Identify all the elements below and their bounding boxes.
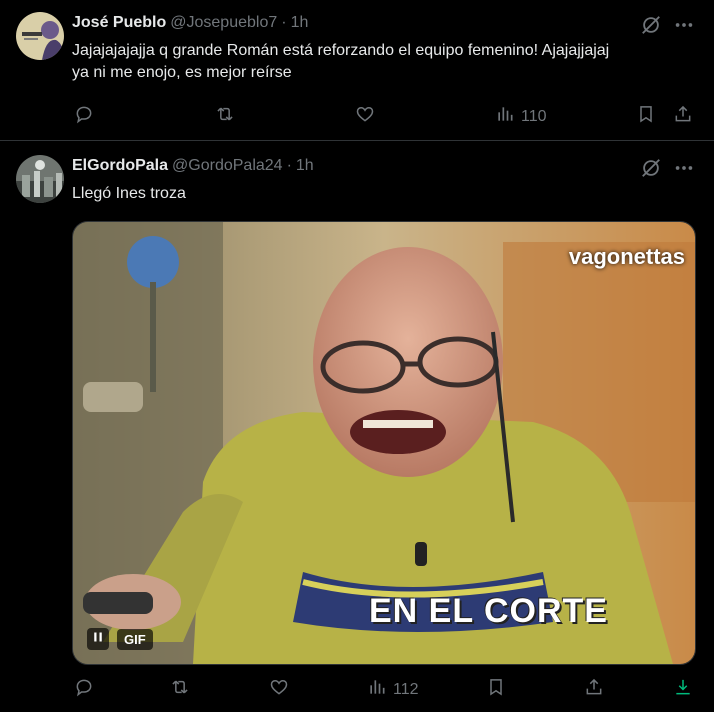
tweet[interactable]: ElGordoPala @GordoPala24 · 1h Llegó Ines… — [0, 141, 714, 712]
gif-watermark: vagonettas — [568, 244, 685, 269]
share-button[interactable] — [673, 104, 693, 129]
reply-button[interactable] — [74, 104, 94, 129]
share-icon — [673, 104, 693, 129]
tweet[interactable]: José Pueblo @Josepueblo7 · 1h Jajajajaja… — [0, 0, 714, 141]
pause-button[interactable] — [87, 628, 109, 650]
like-icon — [269, 677, 289, 702]
grok-icon[interactable] — [640, 157, 662, 179]
grok-icon[interactable] — [640, 14, 662, 36]
views-button[interactable]: 112 — [367, 677, 419, 702]
avatar[interactable] — [16, 12, 64, 60]
author-name[interactable]: José Pueblo — [72, 14, 166, 32]
like-button[interactable] — [355, 104, 375, 129]
gif-media[interactable]: vagonettas EN EL CORTE GIF — [72, 221, 696, 665]
tweet-text-line: Llegó Ines troza — [72, 185, 186, 202]
tweet-text: Jajajajajajja q grande Román está reforz… — [72, 40, 702, 84]
avatar[interactable] — [16, 155, 64, 203]
author-name[interactable]: ElGordoPala — [72, 157, 168, 175]
retweet-button[interactable] — [170, 677, 190, 702]
reply-button[interactable] — [74, 677, 94, 702]
timestamp[interactable]: 1h — [296, 157, 314, 175]
bookmark-icon — [636, 104, 656, 129]
author-handle[interactable]: @Josepueblo7 — [170, 14, 277, 32]
views-icon — [495, 104, 515, 129]
tweet-text: Llegó Ines troza — [72, 183, 186, 205]
bookmark-button[interactable] — [636, 104, 656, 129]
tweet-text-line: Jajajajajajja q grande Román está reforz… — [72, 42, 610, 59]
gif-controls: GIF — [87, 628, 153, 650]
download-icon — [673, 677, 693, 702]
bookmark-button[interactable] — [486, 677, 506, 702]
more-icon[interactable] — [673, 157, 695, 179]
tweet-header: José Pueblo @Josepueblo7 · 1h — [72, 14, 308, 32]
more-icon[interactable] — [673, 14, 695, 36]
like-icon — [355, 104, 375, 129]
retweet-button[interactable] — [215, 104, 235, 129]
views-icon — [367, 677, 387, 702]
retweet-icon — [170, 677, 190, 702]
views-count: 110 — [521, 107, 547, 125]
reply-icon — [74, 104, 94, 129]
views-count: 112 — [393, 680, 419, 698]
views-button[interactable]: 110 — [495, 104, 547, 129]
like-button[interactable] — [269, 677, 289, 702]
share-button[interactable] — [584, 677, 604, 702]
bookmark-icon — [486, 677, 506, 702]
gif-label: GIF — [117, 628, 153, 650]
author-handle[interactable]: @GordoPala24 — [172, 157, 283, 175]
download-button[interactable] — [673, 677, 693, 702]
timestamp[interactable]: 1h — [291, 14, 309, 32]
reply-icon — [74, 677, 94, 702]
pause-icon — [92, 630, 104, 648]
share-icon — [584, 677, 604, 702]
separator: · — [286, 157, 292, 174]
tweet-text-line: ya ni me enojo, es mejor reírse — [72, 64, 292, 81]
tweet-header: ElGordoPala @GordoPala24 · 1h — [72, 157, 314, 175]
separator: · — [281, 14, 287, 31]
retweet-icon — [215, 104, 235, 129]
gif-caption: EN EL CORTE — [369, 592, 608, 630]
